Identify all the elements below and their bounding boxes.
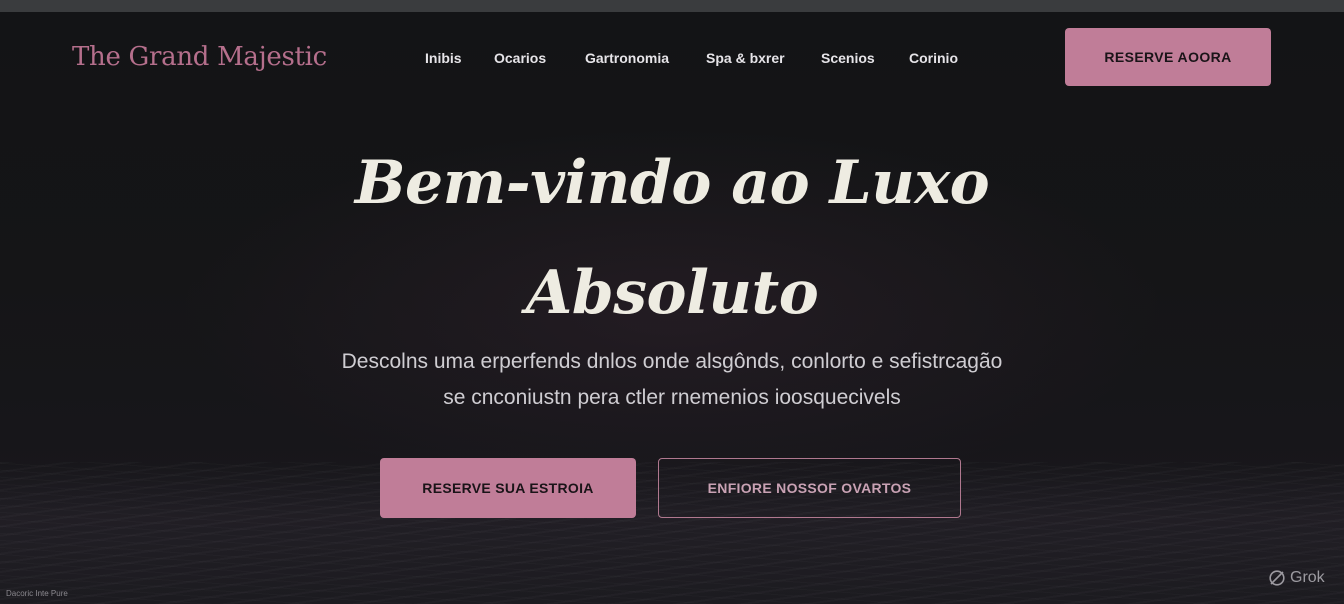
nav-item-quartos[interactable]: Ocarios [494, 50, 546, 66]
browser-top-strip [0, 0, 1344, 12]
nav-item-gastronomia[interactable]: Gartronomia [585, 50, 669, 66]
hero-subtitle-line-1: Descolns uma erperfends dnlos onde alsgô… [341, 350, 1003, 373]
reserve-now-button[interactable]: RESERVE AOORA [1065, 28, 1271, 86]
explore-rooms-button[interactable]: ENFIORE NOSSOF OVARTOS [658, 458, 961, 518]
grok-watermark: Grok [1268, 569, 1325, 587]
reserve-stay-button[interactable]: RESERVE SUA ESTROIA [380, 458, 636, 518]
footer-footnote: Dacoric Inte Pure [6, 589, 68, 598]
hero-headline-line-2: Absoluto [525, 258, 819, 328]
nav-item-inicio[interactable]: Inibis [425, 50, 462, 66]
grok-watermark-label: Grok [1290, 569, 1325, 586]
nav-item-contato[interactable]: Corinio [909, 50, 958, 66]
nav-item-servicos[interactable]: Scenios [821, 50, 875, 66]
site-logo[interactable]: The Grand Majestic [72, 42, 327, 72]
hero-headline: Bem-vindo ao Luxo Absoluto [0, 128, 1344, 348]
hero-headline-line-1: Bem-vindo ao Luxo [354, 148, 990, 218]
grok-logo-icon [1268, 569, 1286, 587]
hero-subtitle: Descolns uma erperfends dnlos onde alsgô… [0, 344, 1344, 416]
nav-item-spa[interactable]: Spa & bxrer [706, 50, 785, 66]
hero-subtitle-line-2: se cnconiustn pera ctler rnemenios ioosq… [443, 386, 901, 409]
